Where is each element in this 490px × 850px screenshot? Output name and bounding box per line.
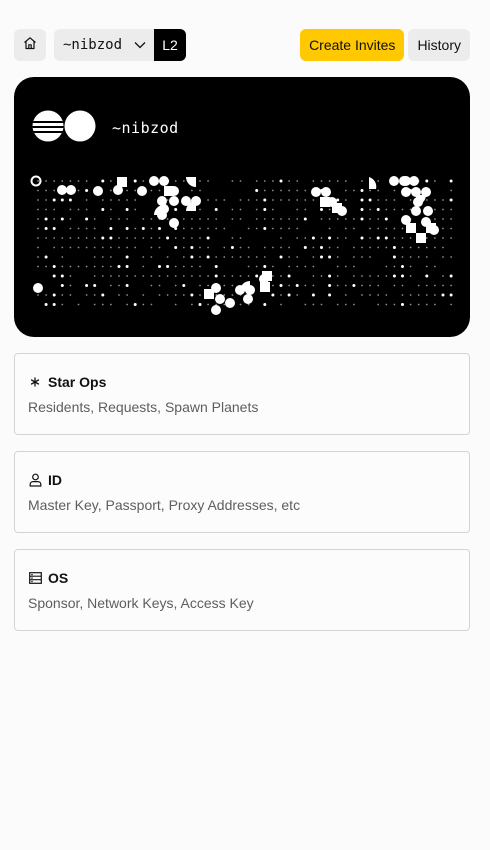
ship-name-label: ~nibzod xyxy=(63,37,123,53)
os-description: Sponsor, Network Keys, Access Key xyxy=(28,595,254,611)
ship-selector-name[interactable]: ~nibzod xyxy=(54,29,155,61)
id-card[interactable]: ID Master Key, Passport, Proxy Addresses… xyxy=(14,451,470,533)
ship-selector[interactable]: ~nibzod L2 xyxy=(54,29,187,61)
star-ops-title: Star Ops xyxy=(48,374,107,390)
home-button[interactable] xyxy=(14,29,46,61)
id-title: ID xyxy=(48,472,62,488)
create-invites-button[interactable]: Create Invites xyxy=(300,29,405,61)
history-button[interactable]: History xyxy=(408,29,470,61)
user-icon xyxy=(28,473,42,487)
card-ship-name: ~nibzod xyxy=(112,119,179,137)
star-ops-card[interactable]: Star Ops Residents, Requests, Spawn Plan… xyxy=(14,353,470,435)
id-description: Master Key, Passport, Proxy Addresses, e… xyxy=(28,497,301,513)
chevron-down-icon xyxy=(134,37,146,53)
asterisk-icon xyxy=(28,375,42,389)
os-card[interactable]: OS Sponsor, Network Keys, Access Key xyxy=(14,549,470,631)
layer-badge: L2 xyxy=(154,29,187,61)
os-title: OS xyxy=(48,570,69,586)
top-bar: ~nibzod L2 Create Invites History xyxy=(14,29,470,61)
server-icon xyxy=(28,571,42,585)
ship-id-card: ~nibzod xyxy=(14,77,470,337)
star-ops-description: Residents, Requests, Spawn Planets xyxy=(28,399,259,415)
sigil-icon xyxy=(32,110,96,147)
home-icon xyxy=(23,36,37,55)
